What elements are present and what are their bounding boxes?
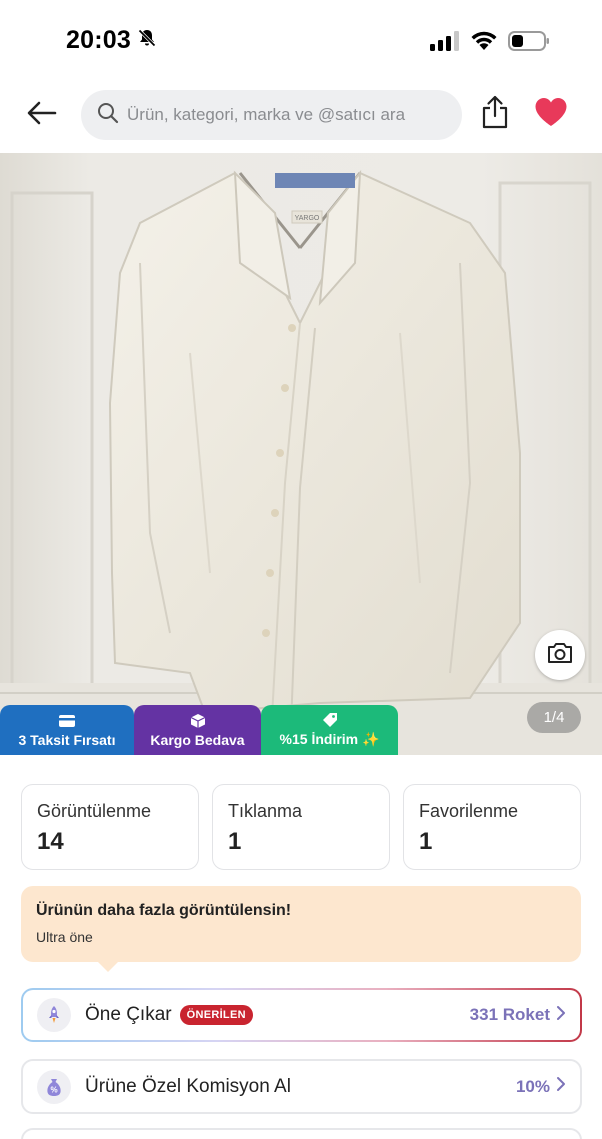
boost-value: 331 Roket bbox=[470, 1005, 566, 1026]
stat-label: Tıklanma bbox=[228, 801, 303, 821]
commission-label: Ürüne Özel Komisyon Al bbox=[85, 1075, 291, 1097]
back-button[interactable] bbox=[24, 100, 60, 130]
favorite-button[interactable] bbox=[532, 96, 570, 132]
tag-icon bbox=[322, 712, 338, 728]
search-header bbox=[0, 80, 602, 152]
badge-installment[interactable]: 3 Taksit Fırsatı bbox=[0, 705, 134, 755]
camera-icon bbox=[546, 641, 574, 670]
boost-label: Öne Çıkar bbox=[85, 1004, 172, 1025]
stat-label: Görüntülenme bbox=[37, 801, 152, 821]
chevron-right-icon bbox=[556, 1005, 566, 1026]
stat-clicks: Tıklanma 1 bbox=[212, 784, 390, 870]
status-bar: 20:03 bbox=[0, 0, 602, 80]
stat-value: 1 bbox=[419, 828, 433, 855]
battery-icon bbox=[508, 30, 550, 57]
shirt-label: YARGO bbox=[295, 215, 320, 222]
card-icon bbox=[58, 713, 76, 729]
promo-subtitle: Ultra öne bbox=[36, 929, 93, 945]
promo-banner: Ürünün daha fazla görüntülensin! Ultra ö… bbox=[21, 886, 581, 962]
wifi-icon bbox=[470, 31, 498, 56]
search-bar[interactable] bbox=[81, 90, 462, 140]
product-image[interactable]: YARGO bbox=[0, 153, 602, 755]
clock-text: 20:03 bbox=[66, 26, 131, 54]
stat-label: Favorilenme bbox=[419, 801, 519, 821]
money-bag-icon: % bbox=[37, 1069, 71, 1104]
badge-free-shipping[interactable]: Kargo Bedava bbox=[134, 705, 261, 755]
chevron-right-icon bbox=[556, 1076, 566, 1097]
promo-title: Ürünün daha fazla görüntülensin! bbox=[36, 902, 292, 919]
cellular-signal-icon bbox=[430, 31, 460, 56]
camera-button[interactable] bbox=[535, 630, 585, 680]
rocket-icon bbox=[37, 998, 71, 1032]
next-action-row[interactable] bbox=[21, 1128, 582, 1139]
boost-button[interactable]: Öne Çıkar ÖNERİLEN 331 Roket bbox=[21, 988, 582, 1042]
commission-value-text: 10% bbox=[515, 1076, 550, 1096]
status-icons bbox=[430, 30, 550, 57]
badge-discount-label: %15 İndirim ✨ bbox=[279, 731, 380, 747]
boost-value-text: 331 Roket bbox=[469, 1005, 550, 1024]
search-input[interactable] bbox=[127, 105, 437, 125]
share-button[interactable] bbox=[478, 94, 512, 134]
svg-text:%: % bbox=[50, 1085, 57, 1094]
stat-value: 14 bbox=[37, 828, 64, 855]
arrow-left-icon bbox=[27, 101, 57, 130]
promo-pointer bbox=[98, 962, 118, 972]
search-icon bbox=[97, 102, 119, 129]
heart-icon bbox=[534, 97, 568, 132]
stat-views: Görüntülenme 14 bbox=[21, 784, 199, 870]
image-counter: 1/4 bbox=[527, 702, 581, 733]
recommended-badge: ÖNERİLEN bbox=[179, 1005, 253, 1025]
box-icon bbox=[190, 713, 206, 729]
product-photo: YARGO bbox=[0, 153, 602, 755]
badge-free-shipping-label: Kargo Bedava bbox=[150, 731, 245, 748]
badge-installment-label: 3 Taksit Fırsatı bbox=[18, 731, 116, 748]
share-icon bbox=[481, 95, 509, 134]
commission-button[interactable]: % Ürüne Özel Komisyon Al 10% bbox=[21, 1059, 582, 1114]
stat-value: 1 bbox=[228, 828, 242, 855]
commission-value: 10% bbox=[516, 1076, 566, 1097]
stat-favorites: Favorilenme 1 bbox=[403, 784, 581, 870]
status-time: 20:03 bbox=[66, 26, 157, 55]
bell-slash-icon bbox=[137, 26, 157, 55]
badge-discount[interactable]: %15 İndirim ✨ bbox=[261, 705, 398, 755]
